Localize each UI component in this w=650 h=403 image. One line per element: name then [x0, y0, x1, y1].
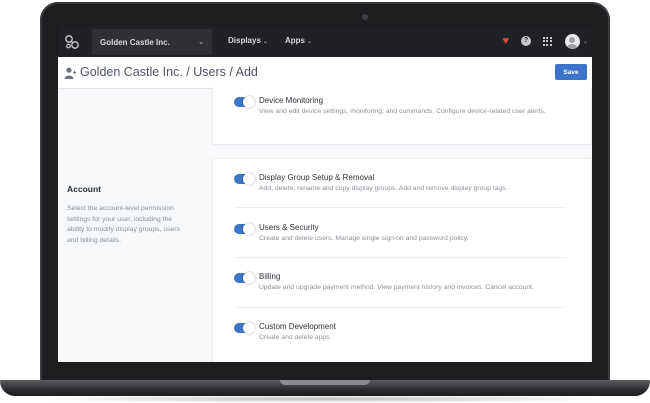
permission-description: Create and delete apps. — [259, 334, 332, 341]
permission-title: Display Group Setup & Removal — [259, 173, 375, 182]
nav-displays-label: Displays — [228, 36, 261, 45]
permission-description: Create and delete users. Manage single s… — [259, 235, 469, 242]
chevron-down-icon: ⌄ — [307, 39, 313, 45]
nav-apps-label: Apps — [285, 36, 305, 45]
save-button[interactable]: Save — [555, 64, 587, 80]
permission-description: Update and upgrade payment method. View … — [259, 284, 534, 291]
permission-title: Users & Security — [259, 223, 319, 232]
nav-displays[interactable]: Displays ⌄ — [228, 36, 268, 45]
divider — [234, 207, 566, 208]
permission-description: View and edit device settings, monitorin… — [259, 108, 546, 115]
laptop-shadow — [30, 395, 620, 403]
help-icon[interactable]: ? — [520, 36, 531, 46]
permission-title: Billing — [259, 272, 281, 281]
permission-title: Device Monitoring — [259, 96, 324, 105]
app-screen: Golden Castle Inc. ⌄ Displays ⌄ Apps ⌄ ♥ ?… — [58, 26, 592, 362]
chevron-down-icon: ⌄ — [198, 39, 204, 46]
add-user-icon — [64, 67, 76, 79]
nav-apps[interactable]: Apps ⌄ — [285, 36, 312, 45]
top-navigation: Golden Castle Inc. ⌄ Displays ⌄ Apps ⌄ ♥ ?… — [58, 26, 592, 57]
avatar[interactable] — [564, 33, 580, 49]
permission-toggle[interactable] — [234, 223, 255, 235]
nav-icon-group: ♥ ? ⌄ — [502, 33, 588, 49]
permission-toggle[interactable] — [234, 96, 255, 108]
logo-icon[interactable] — [64, 34, 80, 50]
permission-toggle[interactable] — [234, 322, 255, 334]
chevron-down-icon[interactable]: ⌄ — [583, 38, 588, 45]
app-grid-icon[interactable] — [542, 36, 552, 46]
page-header: Golden Castle Inc. / Users / Add Save — [58, 57, 592, 89]
permission-toggle[interactable] — [234, 272, 255, 284]
camera-icon — [362, 14, 368, 20]
permission-title: Custom Development — [259, 322, 336, 331]
breadcrumb: Golden Castle Inc. / Users / Add — [80, 65, 258, 79]
org-switcher[interactable]: Golden Castle Inc. ⌄ — [92, 29, 212, 55]
org-name: Golden Castle Inc. — [100, 37, 170, 47]
chevron-down-icon: ⌄ — [262, 39, 268, 45]
heart-icon[interactable]: ♥ — [502, 33, 509, 49]
permission-toggle[interactable] — [234, 173, 255, 185]
laptop-notch — [280, 380, 370, 385]
section-description: Select the account-level permission sett… — [67, 205, 180, 244]
main-content: Account Select the account-level permiss… — [58, 87, 592, 362]
divider — [234, 307, 566, 308]
permission-description: Add, delete, rename and copy display gro… — [259, 185, 508, 192]
section-title: Account — [67, 184, 101, 194]
divider — [234, 257, 566, 258]
